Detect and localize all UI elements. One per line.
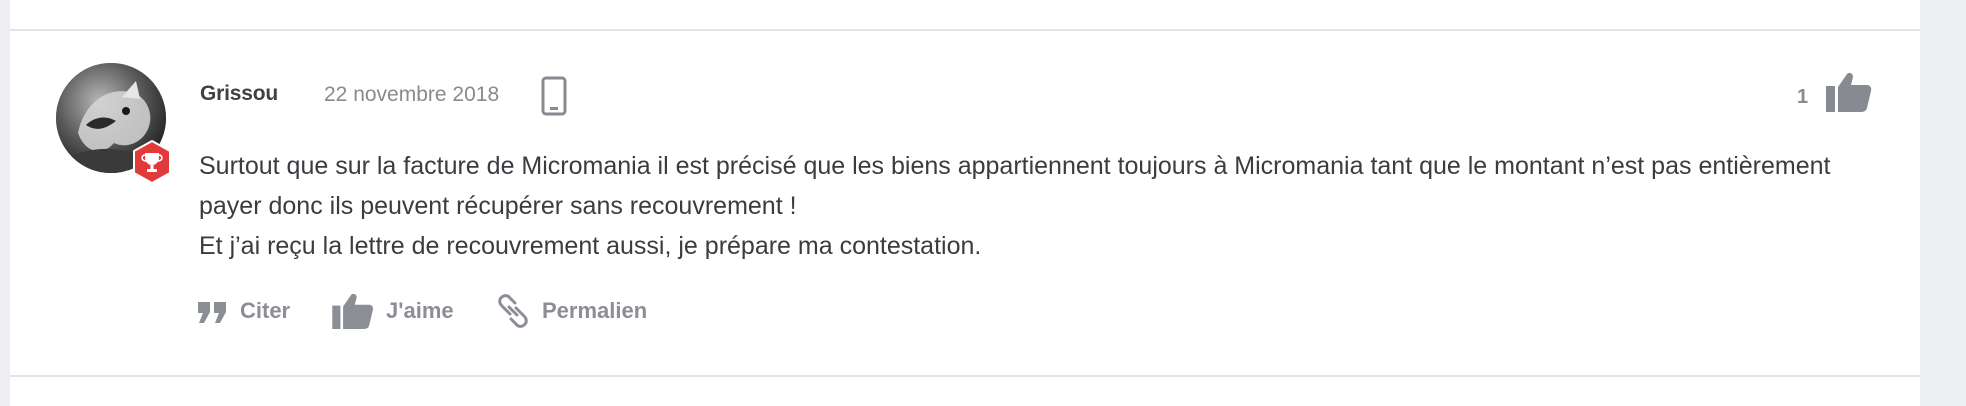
trophy-badge-icon <box>133 140 171 184</box>
thumbs-up-icon[interactable] <box>1826 72 1872 112</box>
mobile-phone-icon <box>541 76 567 116</box>
like-button[interactable]: J'aime <box>332 288 454 334</box>
post-body: Surtout que sur la facture de Micromania… <box>199 146 1899 266</box>
quote-icon <box>198 302 226 323</box>
permalink-button[interactable]: Permalien <box>496 288 647 334</box>
bottom-divider <box>10 375 1920 377</box>
like-count: 1 <box>1797 86 1809 108</box>
thumbs-up-icon <box>332 293 374 329</box>
page: Grissou 22 novembre 2018 1 Surtout que s… <box>0 0 1966 406</box>
quote-button[interactable]: Citer <box>198 288 290 334</box>
left-gutter <box>0 0 10 406</box>
like-label: J'aime <box>386 298 454 323</box>
permalink-label: Permalien <box>542 298 648 323</box>
author-name[interactable]: Grissou <box>200 82 278 106</box>
quote-label: Citer <box>240 298 291 323</box>
post-date[interactable]: 22 novembre 2018 <box>324 83 499 107</box>
post-paragraph: Et j’ai reçu la lettre de recouvrement a… <box>199 232 982 260</box>
top-divider <box>10 29 1920 31</box>
link-icon <box>498 294 528 328</box>
right-gutter <box>1920 0 1966 406</box>
post-paragraph: Surtout que sur la facture de Micromania… <box>199 152 1831 220</box>
